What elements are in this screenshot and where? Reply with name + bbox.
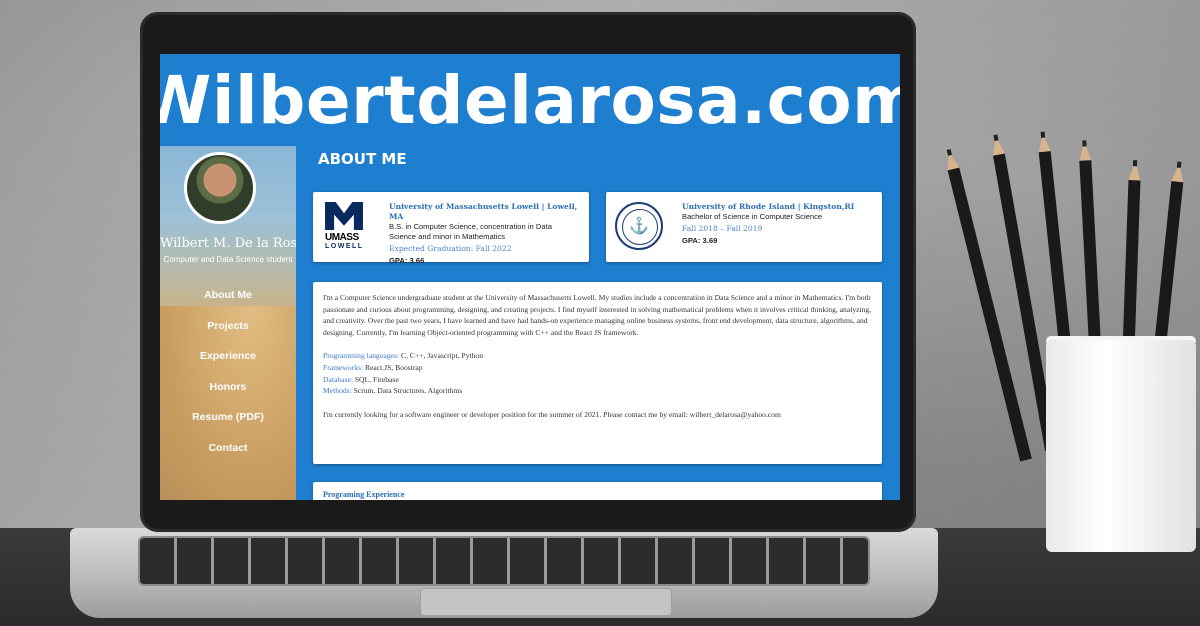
skill-label: Programming languages: [323, 351, 400, 361]
skill-row: Frameworks: React.JS, Boostrap [323, 362, 873, 374]
education-card-uri: University of Rhode Island | Kingston,RI… [606, 192, 882, 262]
umass-lowell-logo: UMASS LOWELL [325, 202, 367, 252]
skill-row: Methods: Scrum, Data Structures, Algorit… [323, 385, 873, 397]
skill-value: Scrum, Data Structures, Algorithms [351, 386, 463, 396]
skill-value: SQL, Firebase [352, 374, 399, 384]
nav-contact[interactable]: Contact [160, 433, 296, 464]
laptop-screen: Wilbertdelarosa.com Wilbert M. De la Ros… [160, 54, 900, 500]
skill-row: Database: SQL, Firebase [323, 374, 873, 386]
bio-closing: I'm currently looking for a software eng… [323, 409, 781, 419]
logo-subtext: LOWELL [325, 243, 364, 250]
sidebar-nav: About Me Projects Experience Honors Resu… [160, 280, 296, 463]
bio-intro: I'm a Computer Science undergraduate stu… [323, 293, 872, 337]
programming-experience-card: Programing Experience [313, 482, 882, 500]
uri-seal-icon [615, 202, 663, 250]
skill-value: C, C++, Javascript, Python [399, 351, 484, 361]
skill-label: Methods: [323, 386, 352, 396]
laptop-keyboard [140, 538, 868, 584]
school-name[interactable]: University of Rhode Island | Kingston,RI [682, 202, 874, 212]
site-banner-title: Wilbertdelarosa.com [160, 61, 900, 139]
profile-avatar [184, 152, 256, 224]
skill-label: Frameworks: [323, 362, 364, 372]
skill-label: Database: [323, 374, 353, 384]
main-content: ABOUT ME UMASS LOWELL University of Mass… [296, 146, 900, 500]
sidebar: Wilbert M. De la Rosa Computer and Data … [160, 146, 296, 500]
pencil-holder [1046, 340, 1196, 552]
section-title: ABOUT ME [318, 150, 407, 168]
education-date: Expected Graduation: Fall 2022 [389, 244, 512, 253]
nav-experience[interactable]: Experience [160, 341, 296, 372]
nav-about-me[interactable]: About Me [160, 280, 296, 311]
degree: Bachelor of Science in Computer Science [682, 212, 823, 221]
bio-card: I'm a Computer Science undergraduate stu… [313, 282, 882, 464]
profile-name: Wilbert M. De la Rosa [160, 236, 296, 251]
logo-text: UMASS [325, 232, 359, 243]
nav-honors[interactable]: Honors [160, 372, 296, 403]
profile-subtitle: Computer and Data Science student [163, 255, 293, 264]
school-name[interactable]: University of Massachusetts Lowell | Low… [389, 202, 581, 222]
programming-experience-title: Programing Experience [323, 490, 405, 499]
gpa: GPA: 3.66 [389, 256, 425, 265]
gpa: GPA: 3.69 [682, 236, 718, 245]
umass-m-icon [325, 202, 363, 230]
degree: B.S. in Computer Science, concentration … [389, 222, 552, 241]
education-card-umass: UMASS LOWELL University of Massachusetts… [313, 192, 589, 265]
nav-projects[interactable]: Projects [160, 311, 296, 342]
skill-row: Programming languages: C, C++, Javascrip… [323, 350, 873, 362]
skill-value: React.JS, Boostrap [363, 362, 423, 372]
education-date: Fall 2018 – Fall 2019 [682, 224, 763, 233]
laptop-trackpad [420, 588, 672, 616]
nav-resume[interactable]: Resume (PDF) [160, 402, 296, 433]
